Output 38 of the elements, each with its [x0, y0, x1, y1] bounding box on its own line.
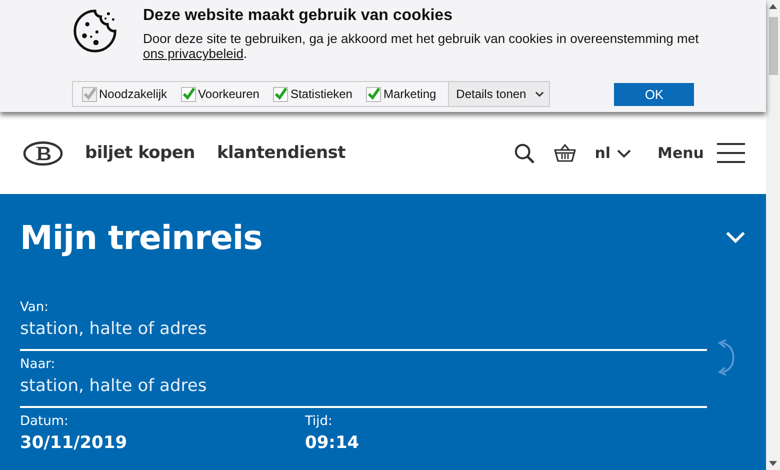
logo-icon — [23, 140, 63, 166]
nav-link[interactable]: klantendienst — [216, 143, 346, 163]
chevron-down-icon — [535, 91, 544, 97]
planner-title: Mijn treinreis — [20, 218, 262, 256]
option-label: Marketing — [383, 87, 436, 101]
cookie-icon — [72, 8, 118, 54]
menu-icon — [717, 143, 745, 163]
option-label: Voorkeuren — [198, 87, 260, 101]
search-icon[interactable] — [514, 142, 535, 164]
checkbox[interactable] — [273, 86, 288, 102]
scroll-down-icon[interactable] — [769, 461, 777, 466]
field-label: Tijd: — [305, 414, 334, 429]
chevron-down-icon[interactable] — [725, 231, 746, 243]
cookie-title: Deze website maakt gebruik van cookies — [143, 7, 454, 25]
scroll-up-icon[interactable] — [769, 4, 777, 9]
details-dropdown[interactable]: Details tonen — [448, 82, 550, 106]
checkbox[interactable] — [181, 86, 196, 102]
date-field[interactable]: 30/11/2019 — [20, 433, 160, 453]
time-field[interactable]: 09:14 — [305, 433, 445, 453]
field-label: Naar: — [20, 357, 56, 372]
privacy-link[interactable]: ons privacybeleid — [143, 46, 244, 61]
language-selector[interactable]: nl — [594, 144, 631, 162]
to-field[interactable]: station, halte of adres — [20, 376, 707, 396]
swap-icon[interactable] — [715, 338, 737, 376]
field-label: Van: — [20, 300, 50, 315]
option-label: Noodzakelijk — [99, 87, 168, 101]
checkbox[interactable] — [366, 86, 382, 102]
cookie-text: Door deze site te gebruiken, ga je akkoord met het gebruik van cookies in overeenstemming met ons privacybeleid. — [143, 31, 700, 61]
menu-button[interactable]: Menu — [658, 143, 745, 163]
option-label: Statistieken — [290, 87, 352, 101]
nav-link[interactable]: biljet kopen — [85, 143, 195, 163]
scrollbar[interactable] — [766, 0, 780, 470]
ok-button[interactable]: OK — [614, 82, 694, 106]
chevron-down-icon — [616, 148, 631, 158]
field-label: Datum: — [20, 414, 70, 429]
from-field[interactable]: station, halte of adres — [20, 319, 707, 339]
basket-icon[interactable] — [554, 143, 576, 163]
scrollbar-thumb[interactable] — [768, 17, 778, 75]
